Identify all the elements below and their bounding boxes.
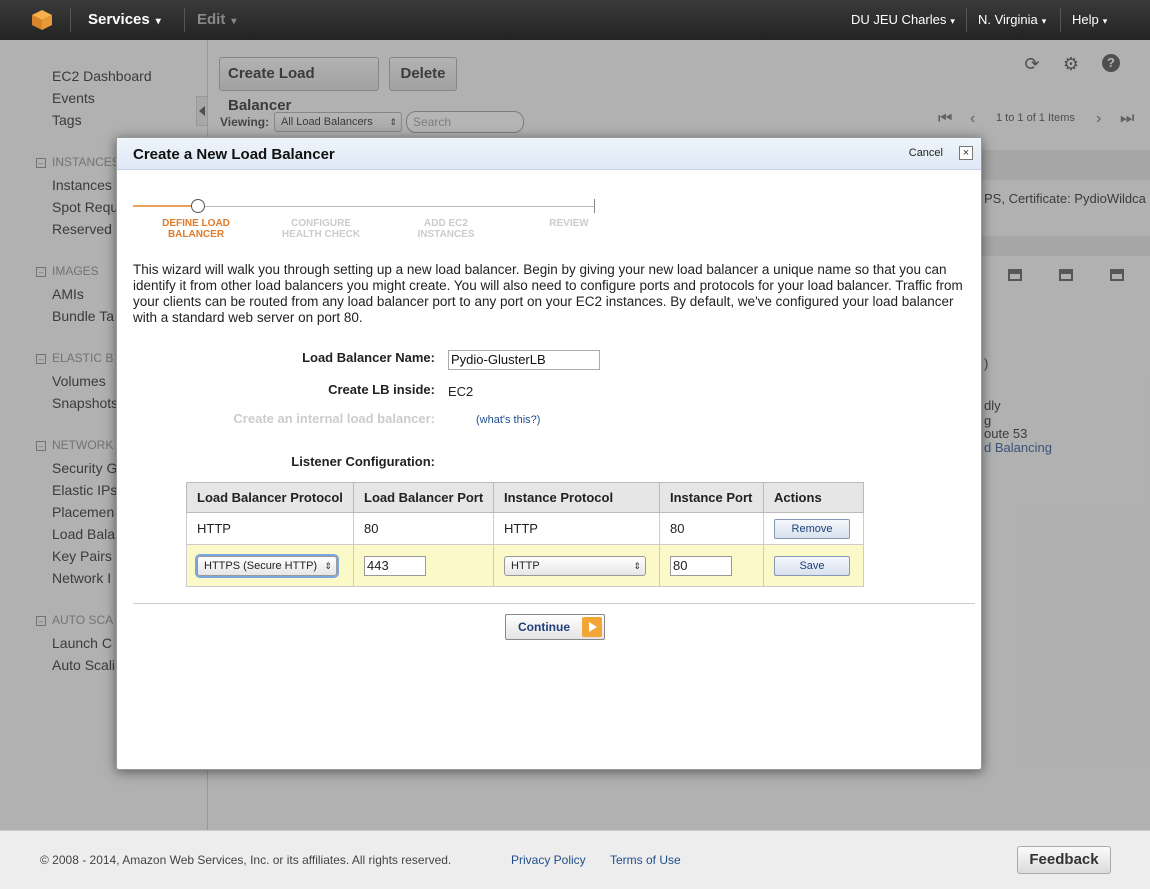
footer: © 2008 - 2014, Amazon Web Services, Inc.… [0,830,1150,889]
arrow-right-icon [582,617,602,637]
table-header-row: Load Balancer Protocol Load Balancer Por… [186,482,864,513]
top-navigation-bar: Services ▾ Edit ▾ DU JEU Charles ▾ N. Virgi… [0,0,1150,40]
save-button[interactable]: Save [774,555,850,576]
user-label: DU JEU Charles [851,12,947,27]
chevron-down-icon: ▾ [1102,16,1108,26]
terms-of-use-link[interactable]: Terms of Use [610,853,681,867]
step-label-line: BALANCER [167,229,225,240]
listener-configuration-label: Listener Configuration: [291,454,435,469]
lb-port-input[interactable]: 443 [364,555,426,576]
dialog-header: Create a New Load Balancer Cancel × [117,138,981,170]
instance-protocol-cell: HTTP ⇕ [493,544,660,587]
actions-cell: Save [763,544,864,587]
table-row-editing: HTTPS (Secure HTTP) ⇕ 443 HTTP ⇕ 80 Save [186,544,864,587]
aws-cube-icon[interactable] [30,8,54,32]
wizard-step-configure-health-check: CONFIGURE HEALTH CHECK [271,218,371,240]
lb-protocol-select[interactable]: HTTPS (Secure HTTP) ⇕ [197,555,337,576]
load-balancer-name-label: Load Balancer Name: [302,350,435,365]
feedback-button[interactable]: Feedback [1017,846,1111,874]
edit-label: Edit [197,11,226,28]
step-label-line: DEFINE LOAD [162,218,230,229]
continue-label: Continue [518,620,570,634]
column-header: Instance Port [659,482,764,513]
column-header: Load Balancer Protocol [186,482,354,513]
dialog-title: Create a New Load Balancer [133,146,335,163]
lb-port-cell: 80 [353,512,494,545]
instance-protocol-select-value: HTTP [511,559,540,572]
column-header: Instance Protocol [493,482,660,513]
wizard-step-add-ec2-instances: ADD EC2 INSTANCES [396,218,496,240]
step-label-line: ADD EC2 [424,218,468,229]
wizard-end-marker [594,199,595,213]
instance-port-cell: 80 [659,544,764,587]
step-label-line: HEALTH CHECK [281,229,361,240]
listener-table: Load Balancer Protocol Load Balancer Por… [186,482,864,587]
edit-menu[interactable]: Edit ▾ [197,0,236,40]
instance-port-cell: 80 [659,512,764,545]
create-lb-inside-label: Create LB inside: [328,382,435,397]
divider [70,8,71,32]
region-menu[interactable]: N. Virginia ▾ [978,0,1046,40]
divider [184,8,185,32]
close-icon[interactable]: × [959,146,973,160]
lb-port-cell: 443 [353,544,494,587]
copyright-text: © 2008 - 2014, Amazon Web Services, Inc.… [40,853,452,867]
wizard-progress-fill [133,205,193,207]
create-lb-inside-value: EC2 [448,384,474,399]
wizard-step-review: REVIEW [519,218,619,229]
chevron-down-icon: ▾ [1041,16,1047,26]
whats-this-link[interactable]: (what's this?) [476,414,540,426]
wizard-intro-text: This wizard will walk you through settin… [133,262,963,325]
instance-protocol-cell: HTTP [493,512,660,545]
column-header: Actions [763,482,864,513]
help-label: Help [1072,12,1099,27]
continue-button[interactable]: Continue [505,614,605,640]
services-menu[interactable]: Services ▾ [88,0,161,40]
chevron-down-icon: ▾ [231,16,237,27]
divider [966,8,967,32]
instance-protocol-select[interactable]: HTTP ⇕ [504,555,646,576]
cancel-link[interactable]: Cancel [909,147,943,159]
user-menu[interactable]: DU JEU Charles ▾ [851,0,955,40]
table-row: HTTP 80 HTTP 80 Remove [186,512,864,545]
actions-cell: Remove [763,512,864,545]
internal-load-balancer-label: Create an internal load balancer: [233,411,435,426]
step-label-line: REVIEW [549,218,589,229]
wizard-step-define-load-balancer: DEFINE LOAD BALANCER [146,218,246,240]
region-label: N. Virginia [978,12,1038,27]
privacy-policy-link[interactable]: Privacy Policy [511,853,586,867]
select-arrows-icon: ⇕ [324,560,332,571]
remove-button[interactable]: Remove [774,518,850,539]
step-label-line: INSTANCES [417,229,475,240]
lb-protocol-select-value: HTTPS (Secure HTTP) [204,559,318,572]
column-header: Load Balancer Port [353,482,494,513]
select-arrows-icon: ⇕ [633,560,641,571]
services-label: Services [88,11,150,28]
chevron-down-icon: ▾ [950,16,955,26]
help-menu[interactable]: Help ▾ [1072,0,1107,40]
chevron-down-icon: ▾ [155,16,161,27]
divider [133,603,975,604]
instance-port-input[interactable]: 80 [670,555,732,576]
divider [1060,8,1061,32]
step-label-line: CONFIGURE [291,218,351,229]
lb-protocol-cell: HTTP [186,512,354,545]
lb-protocol-cell: HTTPS (Secure HTTP) ⇕ [186,544,354,587]
wizard-current-step-marker [191,199,205,213]
load-balancer-name-input[interactable]: Pydio-GlusterLB [448,350,600,370]
create-load-balancer-dialog: Create a New Load Balancer Cancel × DEFI… [116,137,982,770]
